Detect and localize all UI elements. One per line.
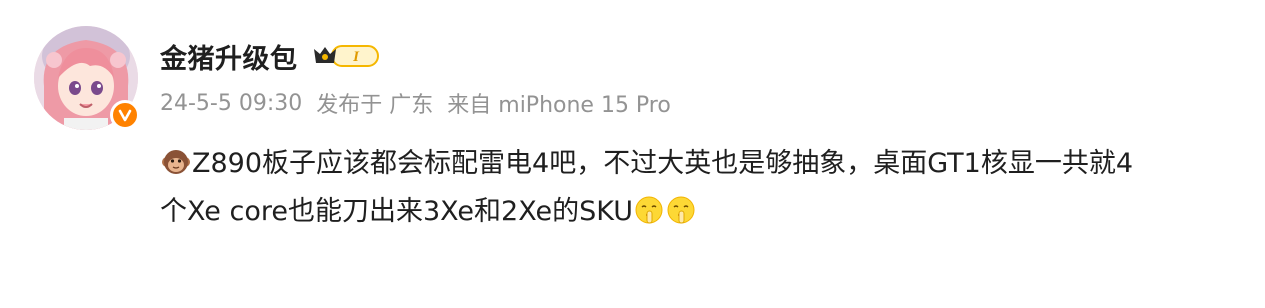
verified-icon [110,100,140,130]
avatar-container[interactable] [34,26,140,130]
post-content: Z890板子应该都会标配雷电4吧，不过大英也是够抽象，桌面GT1核显一共就4 个X… [160,140,1240,236]
post-source[interactable]: 来自 miPhone 15 Pro [447,87,671,119]
shushing-face-emoji [633,194,665,226]
weibo-post: 金猪升级包 I 24-5-5 09:30 发布于 广东 来自 miPhone 1… [0,0,1265,308]
monkey-face-emoji [160,146,192,178]
author-row: 金猪升级包 I [160,36,382,76]
content-line-1: Z890板子应该都会标配雷电4吧，不过大英也是够抽象，桌面GT1核显一共就4 [192,148,1134,179]
shushing-face-emoji [665,194,697,226]
level-badge[interactable]: I [310,42,382,70]
content-line-2: 个Xe core也能刀出来3Xe和2Xe的SKU [160,196,633,227]
post-location: 发布于 广东 [316,93,434,118]
username[interactable]: 金猪升级包 [160,37,298,76]
post-meta: 24-5-5 09:30 发布于 广东 来自 miPhone 15 Pro [160,86,671,120]
level-badge-text: I [352,49,360,65]
post-timestamp[interactable]: 24-5-5 09:30 [160,91,302,116]
